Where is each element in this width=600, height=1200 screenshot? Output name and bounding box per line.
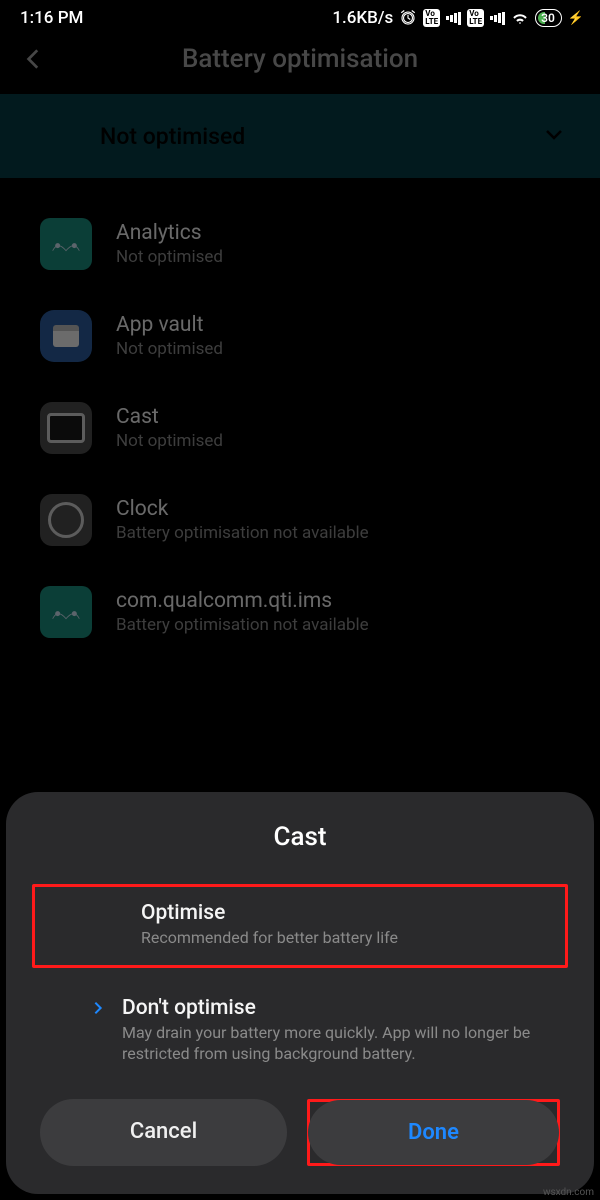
signal-icon-1 [446, 11, 461, 25]
app-status: Not optimised [116, 339, 223, 359]
sheet-buttons: Cancel Done [16, 1081, 584, 1172]
filter-selected: Not optimised [100, 123, 245, 150]
app-status: Battery optimisation not available [116, 615, 369, 635]
wifi-icon [511, 9, 529, 27]
data-rate: 1.6KB/s [332, 8, 393, 28]
done-button-highlight: Done [307, 1099, 560, 1166]
chevron-down-icon [542, 122, 566, 150]
back-button[interactable] [16, 46, 52, 72]
chevron-right-icon [90, 1000, 106, 1020]
battery-icon: 30 [535, 9, 562, 27]
app-icon-cast [40, 402, 92, 454]
app-icon-qti [40, 586, 92, 638]
status-bar: 1:16 PM 1.6KB/s VoLTE VoLTE 30 ⚡ [0, 0, 600, 32]
battery-percent: 30 [539, 11, 555, 25]
status-right: 1.6KB/s VoLTE VoLTE 30 ⚡ [332, 8, 584, 28]
list-item[interactable]: com.qualcomm.qti.ims Battery optimisatio… [0, 566, 600, 658]
app-name: Analytics [116, 221, 223, 245]
done-button[interactable]: Done [308, 1100, 559, 1165]
filter-dropdown[interactable]: Not optimised [0, 94, 600, 178]
app-icon-analytics [40, 218, 92, 270]
status-time: 1:16 PM [20, 8, 83, 28]
app-name: Clock [116, 497, 369, 521]
sheet-title: Cast [16, 822, 584, 852]
signal-icon-2 [490, 11, 505, 25]
volte-icon-2: VoLTE [467, 9, 484, 27]
list-item[interactable]: App vault Not optimised [0, 290, 600, 382]
list-item[interactable]: Clock Battery optimisation not available [0, 474, 600, 566]
app-status: Battery optimisation not available [116, 523, 369, 543]
option-optimise[interactable]: Optimise Recommended for better battery … [32, 884, 568, 968]
volte-icon-1: VoLTE [423, 9, 440, 27]
watermark: wsxdn.com [543, 1187, 594, 1198]
app-status: Not optimised [116, 247, 223, 267]
cancel-button[interactable]: Cancel [40, 1099, 287, 1166]
option-dont-optimise[interactable]: Don't optimise May drain your battery mo… [16, 982, 584, 1081]
charging-icon: ⚡ [568, 11, 584, 26]
option-title: Don't optimise [122, 996, 554, 1020]
app-list: Analytics Not optimised App vault Not op… [0, 178, 600, 678]
option-desc: May drain your battery more quickly. App… [122, 1022, 554, 1065]
alarm-icon [399, 9, 417, 27]
option-title: Optimise [141, 901, 535, 925]
options-sheet: Cast Optimise Recommended for better bat… [6, 792, 594, 1194]
app-icon-clock [40, 494, 92, 546]
option-desc: Recommended for better battery life [141, 927, 535, 949]
app-name: Cast [116, 405, 223, 429]
app-name: com.qualcomm.qti.ims [116, 589, 369, 613]
page-title: Battery optimisation [52, 44, 548, 74]
app-status: Not optimised [116, 431, 223, 451]
app-name: App vault [116, 313, 223, 337]
header: Battery optimisation [0, 32, 600, 94]
list-item[interactable]: Analytics Not optimised [0, 198, 600, 290]
app-icon-appvault [40, 310, 92, 362]
list-item[interactable]: Cast Not optimised [0, 382, 600, 474]
